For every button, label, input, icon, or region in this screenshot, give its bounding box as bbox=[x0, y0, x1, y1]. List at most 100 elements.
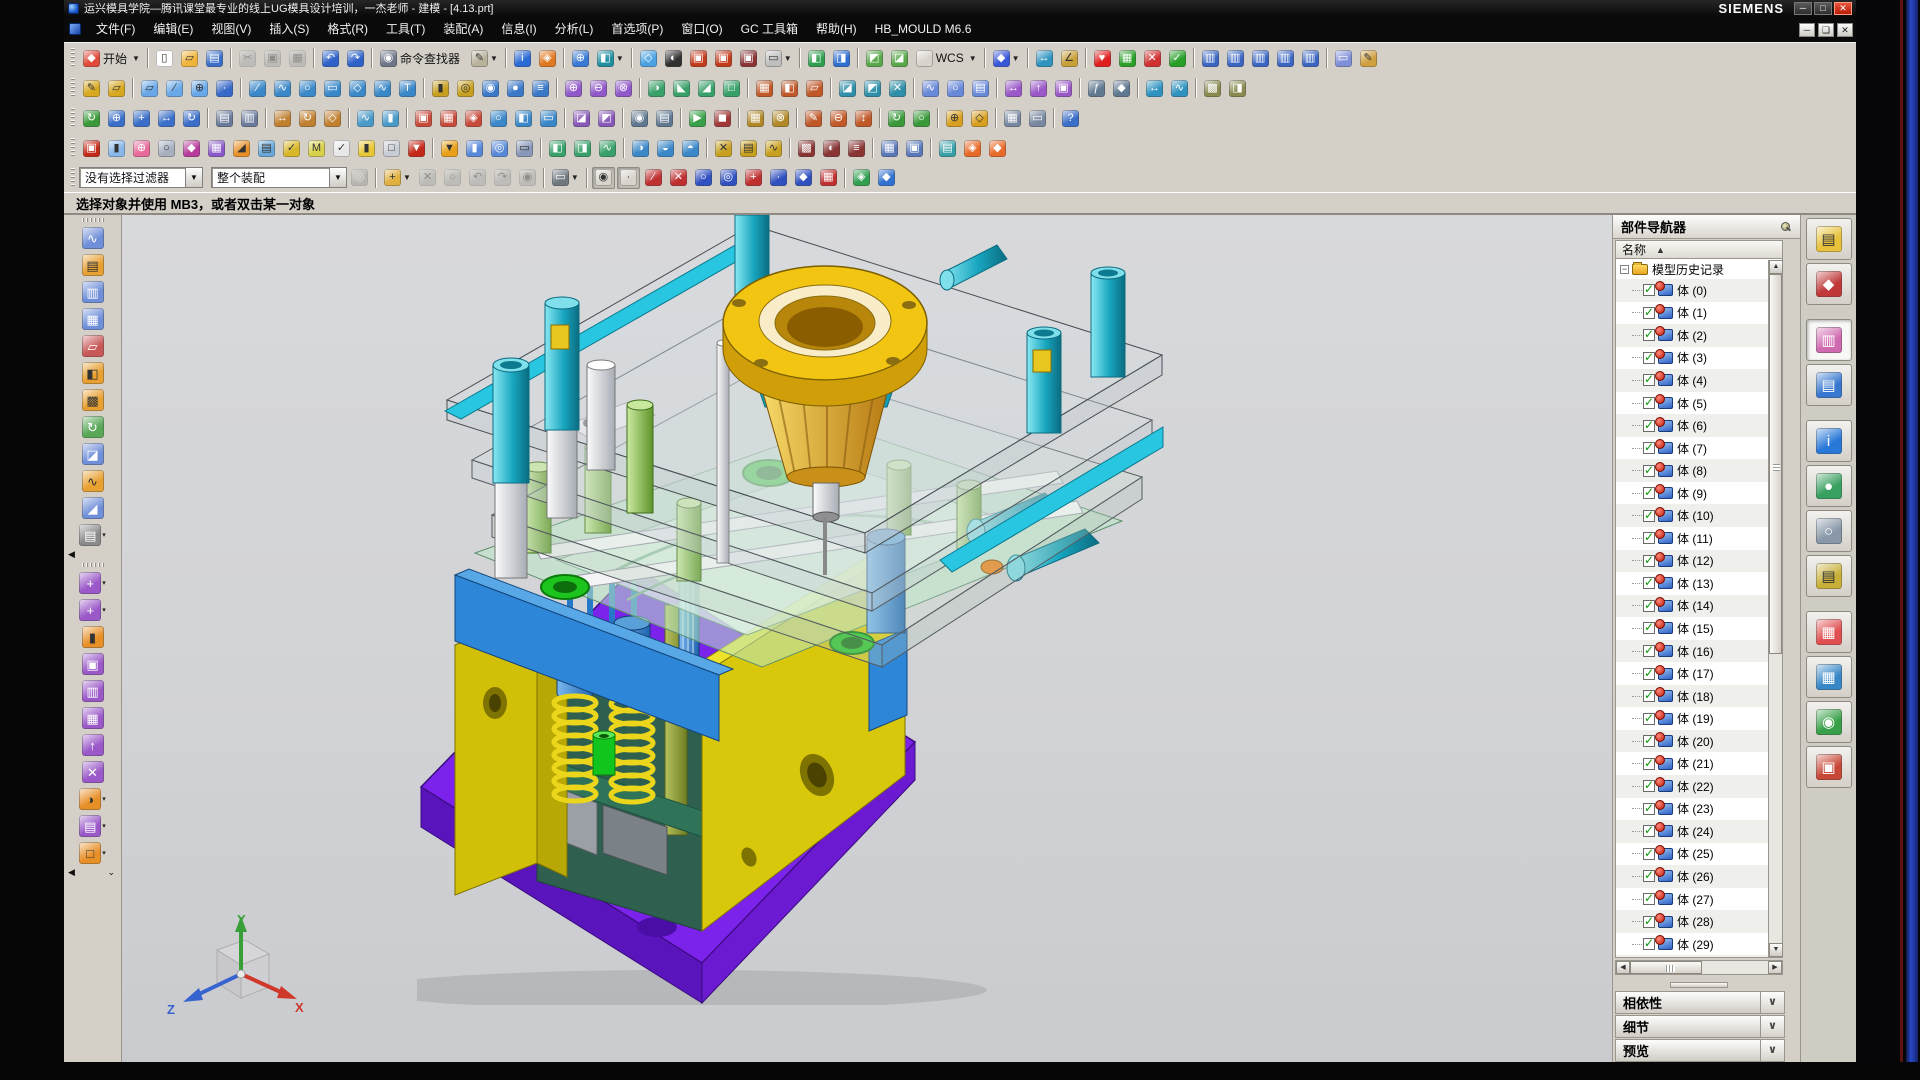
rotate-object[interactable]: ↻ bbox=[296, 107, 319, 129]
assembly-navigator-tab[interactable]: ▤ bbox=[1806, 218, 1852, 260]
update-model[interactable]: ↻ bbox=[885, 107, 908, 129]
rail-collapse-arrow[interactable]: ◀ bbox=[64, 549, 121, 560]
prism-feature[interactable]: ◆ bbox=[180, 137, 203, 159]
circle[interactable]: ○ bbox=[296, 77, 319, 99]
favorites[interactable]: ♥ bbox=[1091, 47, 1114, 69]
gc-cooling[interactable]: ○ bbox=[487, 107, 510, 129]
assembly-info[interactable]: ◈ bbox=[536, 47, 559, 69]
offset-face[interactable]: ▱ bbox=[803, 77, 826, 99]
stop-animation[interactable]: ◼ bbox=[711, 107, 734, 129]
visibility-checkbox[interactable] bbox=[1643, 825, 1655, 837]
rail-grip-middle[interactable] bbox=[82, 563, 104, 567]
wire-cube[interactable]: □ bbox=[380, 137, 403, 159]
tree-row-body-9[interactable]: 体 (9) bbox=[1616, 482, 1782, 505]
snap-enable[interactable]: ◉ bbox=[592, 167, 615, 189]
visibility-checkbox[interactable] bbox=[1643, 487, 1655, 499]
hole[interactable]: ◉ bbox=[479, 77, 502, 99]
remove-mesh[interactable]: ✕ bbox=[1141, 47, 1164, 69]
hd3d-tools-tab[interactable]: ● bbox=[1806, 465, 1852, 507]
tree-row-body-6[interactable]: 体 (6) bbox=[1616, 414, 1782, 437]
tree-row-body-7[interactable]: 体 (7) bbox=[1616, 437, 1782, 460]
history-palette-tab[interactable]: ○ bbox=[1806, 510, 1852, 552]
ring-tool-m[interactable]: M bbox=[305, 137, 328, 159]
window-layout[interactable]: ⊕ bbox=[569, 47, 592, 69]
menu-r[interactable]: 格式(R) bbox=[318, 18, 377, 40]
tree-row-body-22[interactable]: 体 (22) bbox=[1616, 775, 1782, 798]
subtract[interactable]: ⊖ bbox=[587, 77, 610, 99]
reorder-feature[interactable]: ↕ bbox=[852, 107, 875, 129]
soft-blend[interactable]: ◒ bbox=[654, 137, 677, 159]
scroll-down-button[interactable]: ▼ bbox=[1769, 943, 1783, 957]
direct-sketch[interactable]: ✎ bbox=[80, 77, 103, 99]
cut-face-region-button[interactable]: ▦ bbox=[76, 705, 110, 731]
face-analysis[interactable]: ▣ bbox=[737, 47, 760, 69]
visibility-checkbox[interactable] bbox=[1643, 555, 1655, 567]
menu-l[interactable]: 分析(L) bbox=[546, 18, 603, 40]
orient-view-2[interactable]: ◪ bbox=[888, 47, 911, 69]
edit-feature[interactable]: ✎ bbox=[802, 107, 825, 129]
curve-analysis[interactable]: ∿ bbox=[1168, 77, 1191, 99]
visibility-checkbox[interactable] bbox=[1643, 803, 1655, 815]
tree-row-body-26[interactable]: 体 (26) bbox=[1616, 865, 1782, 888]
datum-clock[interactable]: ○ bbox=[155, 137, 178, 159]
cut[interactable]: ✂ bbox=[236, 47, 259, 69]
tree-row-body-3[interactable]: 体 (3) bbox=[1616, 347, 1782, 370]
gc-electrode[interactable]: ▣ bbox=[412, 107, 435, 129]
visibility-checkbox[interactable] bbox=[1643, 352, 1655, 364]
background-color[interactable]: ▭▼ bbox=[762, 47, 795, 69]
shell[interactable]: □ bbox=[720, 77, 743, 99]
intersect[interactable]: ⊗ bbox=[612, 77, 635, 99]
nx-sheet-metal[interactable]: ▤ bbox=[936, 137, 959, 159]
text-curve[interactable]: T bbox=[396, 77, 419, 99]
rotate-view[interactable]: ↻ bbox=[180, 107, 203, 129]
menu-p[interactable]: 首选项(P) bbox=[602, 18, 672, 40]
tree-row-body-19[interactable]: 体 (19) bbox=[1616, 707, 1782, 730]
reuse-library-tab[interactable]: ▤ bbox=[1806, 364, 1852, 406]
tree-horizontal-scrollbar[interactable]: ◀ ▶ bbox=[1615, 960, 1783, 975]
sheet-check[interactable]: ✓ bbox=[330, 137, 353, 159]
visibility-checkbox[interactable] bbox=[1643, 510, 1655, 522]
graphics-viewport[interactable]: Y X Z bbox=[122, 215, 1612, 1062]
i-form[interactable]: ▤ bbox=[737, 137, 760, 159]
visibility-checkbox[interactable] bbox=[1643, 690, 1655, 702]
new-file[interactable]: ▯ bbox=[153, 47, 176, 69]
gc-toolkit-blue[interactable]: ◆ bbox=[875, 167, 898, 189]
shaded-mode[interactable]: ◐ bbox=[662, 47, 685, 69]
resize-face-button[interactable]: □▾ bbox=[76, 840, 110, 866]
draft[interactable]: ◢ bbox=[695, 77, 718, 99]
open-file[interactable]: ▱ bbox=[178, 47, 201, 69]
datum-axis[interactable]: ∕ bbox=[163, 77, 186, 99]
select-sphere[interactable]: ○ bbox=[441, 167, 464, 189]
rail-collapse-arrow-bottom[interactable]: ◀ ⌄ bbox=[64, 867, 121, 878]
x-form[interactable]: ✕ bbox=[712, 137, 735, 159]
visibility-checkbox[interactable] bbox=[1643, 465, 1655, 477]
menu-gc[interactable]: GC 工具箱 bbox=[732, 18, 807, 40]
play-animation[interactable]: ▶ bbox=[686, 107, 709, 129]
selection-filter-dropdown[interactable]: 没有选择过滤器 bbox=[79, 167, 185, 188]
toolbar-grip[interactable] bbox=[71, 108, 75, 128]
process-studio-tab[interactable]: ▤ bbox=[1806, 555, 1852, 597]
delayed-update[interactable]: ○ bbox=[910, 107, 933, 129]
bridge-curve[interactable]: ∿ bbox=[596, 137, 619, 159]
measure-distance[interactable]: ↔ bbox=[1033, 47, 1056, 69]
move-face-button[interactable]: +▾ bbox=[76, 570, 110, 596]
visibility-checkbox[interactable] bbox=[1643, 893, 1655, 905]
tree-row-body-30[interactable]: 体 (30) bbox=[1616, 955, 1782, 958]
tree-row-body-12[interactable]: 体 (12) bbox=[1616, 550, 1782, 573]
tree-row-body-2[interactable]: 体 (2) bbox=[1616, 324, 1782, 347]
expression[interactable]: ƒ bbox=[1085, 77, 1108, 99]
menu-i[interactable]: 信息(I) bbox=[492, 18, 545, 40]
tree-row-body-16[interactable]: 体 (16) bbox=[1616, 640, 1782, 663]
visibility-checkbox[interactable] bbox=[1643, 668, 1655, 680]
tree-root-model-history[interactable]: −模型历史记录 bbox=[1616, 259, 1782, 279]
section-view-2[interactable]: ▥ bbox=[1224, 47, 1247, 69]
save-file[interactable]: ▤ bbox=[203, 47, 226, 69]
visibility-checkbox[interactable] bbox=[1643, 577, 1655, 589]
groove-tool[interactable]: ◎ bbox=[488, 137, 511, 159]
datum-grid[interactable]: ▦ bbox=[878, 137, 901, 159]
line[interactable]: ∕ bbox=[246, 77, 269, 99]
highlight-lines[interactable]: ≡ bbox=[845, 137, 868, 159]
grid-settings[interactable]: ▦ bbox=[1001, 107, 1024, 129]
display-properties[interactable]: ▩ bbox=[1201, 77, 1224, 99]
pattern-feature[interactable]: ▦ bbox=[753, 77, 776, 99]
